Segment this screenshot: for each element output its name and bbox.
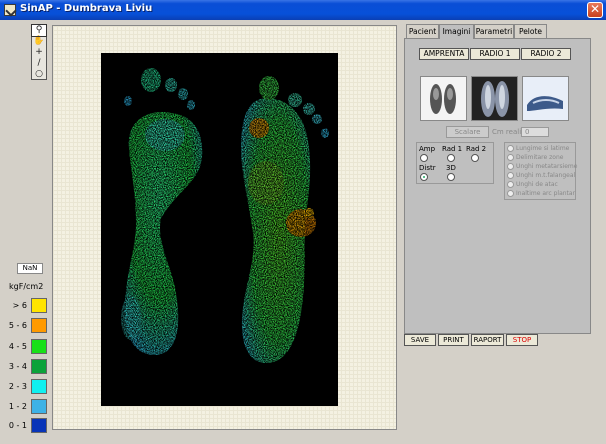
legend-row: 5 - 6: [8, 318, 50, 334]
rad1-radio[interactable]: [447, 154, 455, 162]
title-bar: SinAP - Dumbrava Liviu ✕: [0, 0, 606, 20]
legend-label: 4 - 5: [8, 342, 27, 351]
control-tabs: Pacient Imagini Parametri Pelote AMPRENT…: [404, 24, 591, 334]
radio-icon: [507, 154, 514, 161]
measurement-options: Lungime si latime Delimitare zone Unghi …: [504, 142, 577, 200]
status-area: [404, 347, 604, 444]
window-title: SinAP - Dumbrava Liviu: [20, 3, 153, 14]
footprint-thumbnail[interactable]: [420, 76, 467, 121]
left-foot: [121, 68, 203, 356]
3d-label: 3D: [446, 164, 456, 172]
legend-label: 5 - 6: [8, 321, 27, 330]
legend-swatch: [31, 298, 47, 313]
amprenta-button[interactable]: AMPRENTA: [419, 48, 469, 60]
pressure-readout: NaN: [17, 263, 43, 274]
tab-pelote[interactable]: Pelote: [514, 24, 547, 38]
right-foot: [241, 76, 329, 364]
radio-icon: [507, 190, 514, 197]
view-selector: Amp Rad 1 Rad 2 Distr 3D: [416, 142, 494, 184]
legend-row: 1 - 2: [8, 399, 50, 415]
legend-label: 0 - 1: [8, 421, 27, 430]
tool-palette: ⚲ ✋ + / ○: [31, 24, 47, 80]
cm-reali-input[interactable]: 0: [521, 127, 549, 137]
tab-panel-imagini: AMPRENTA RADIO 1 RADIO 2 Scalare Cm real…: [404, 38, 591, 334]
radio2-button[interactable]: RADIO 2: [521, 48, 571, 60]
tab-imagini[interactable]: Imagini: [439, 24, 474, 39]
legend-row: 3 - 4: [8, 359, 50, 375]
save-button[interactable]: SAVE: [404, 334, 436, 346]
hand-icon[interactable]: ✋: [32, 36, 46, 47]
xray1-thumbnail[interactable]: [471, 76, 518, 121]
legend-unit: kgF/cm2: [9, 282, 44, 291]
rad2-radio[interactable]: [471, 154, 479, 162]
xray2-thumbnail[interactable]: [522, 76, 569, 121]
legend-swatch: [31, 339, 47, 354]
legend-swatch: [31, 379, 47, 394]
radio-icon: [507, 172, 514, 179]
radio-icon: [507, 181, 514, 188]
legend-row: 2 - 3: [8, 379, 50, 395]
rad2-label: Rad 2: [466, 145, 487, 153]
amp-label: Amp: [419, 145, 436, 153]
radio-icon: [507, 145, 514, 152]
3d-radio[interactable]: [447, 173, 455, 181]
line-icon[interactable]: /: [32, 58, 46, 69]
rad1-label: Rad 1: [442, 145, 463, 153]
legend-swatch: [31, 418, 47, 433]
foot-pressure-image: [121, 68, 329, 364]
raport-button[interactable]: RAPORT: [471, 334, 504, 346]
tab-parametri[interactable]: Parametri: [474, 24, 514, 38]
legend-label: 1 - 2: [8, 402, 27, 411]
distr-label: Distr: [419, 164, 436, 172]
image-pane: [52, 25, 397, 430]
radio1-button[interactable]: RADIO 1: [470, 48, 520, 60]
scalare-button[interactable]: Scalare: [446, 126, 489, 138]
legend-label: 3 - 4: [8, 362, 27, 371]
legend-swatch: [31, 359, 47, 374]
legend-row: 0 - 1: [8, 418, 50, 434]
legend-swatch: [31, 399, 47, 414]
zoom-icon[interactable]: ⚲: [31, 24, 47, 37]
crosshair-icon[interactable]: +: [32, 47, 46, 58]
print-button[interactable]: PRINT: [438, 334, 469, 346]
legend-row: > 6: [8, 298, 50, 314]
legend-label: 2 - 3: [8, 382, 27, 391]
legend-swatch: [31, 318, 47, 333]
stop-button[interactable]: STOP: [506, 334, 538, 346]
circle-icon[interactable]: ○: [32, 69, 46, 80]
legend-label: > 6: [12, 301, 27, 310]
distr-radio[interactable]: [420, 173, 428, 181]
pressure-map[interactable]: [101, 53, 338, 406]
tab-pacient[interactable]: Pacient: [406, 24, 439, 38]
radio-icon: [507, 163, 514, 170]
close-button[interactable]: ✕: [587, 2, 603, 18]
cm-reali-label: Cm reali: [492, 128, 522, 136]
amp-radio[interactable]: [420, 154, 428, 162]
legend-row: 4 - 5: [8, 339, 50, 355]
app-icon: [4, 4, 16, 16]
